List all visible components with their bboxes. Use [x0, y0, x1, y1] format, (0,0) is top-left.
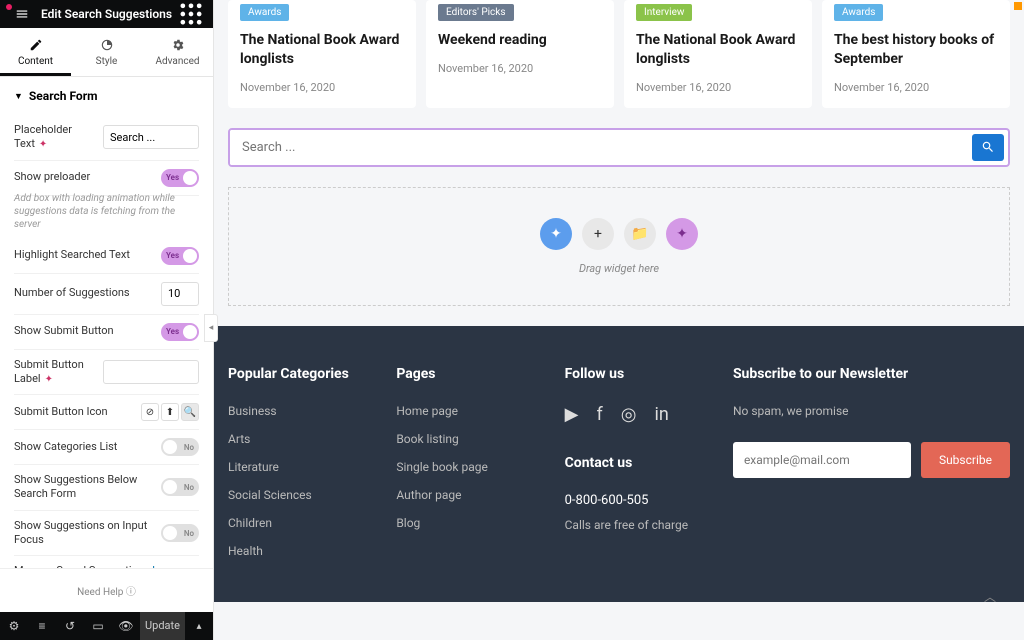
post-title: The National Book Award longlists [240, 31, 404, 69]
icon-none-button[interactable]: ⊘ [141, 403, 159, 421]
show-cats-toggle[interactable]: No [161, 438, 199, 456]
newsletter-note: No spam, we promise [733, 404, 1010, 418]
post-card[interactable]: Awards The best history books of Septembe… [822, 0, 1010, 108]
settings-icon[interactable]: ⚙ [0, 612, 28, 640]
ai-spark-icon[interactable]: ✦ [39, 139, 47, 150]
folder-icon[interactable]: 📁 [624, 218, 656, 250]
post-date: November 16, 2020 [636, 81, 800, 94]
post-title: Weekend reading [438, 31, 602, 50]
icon-upload-button[interactable]: ⬆ [161, 403, 179, 421]
newsletter-email-input[interactable] [733, 442, 911, 478]
footer-pages-title: Pages [396, 366, 534, 382]
preloader-toggle[interactable]: Yes [161, 169, 199, 187]
post-title: The National Book Award longlists [636, 31, 800, 69]
notification-dot [6, 4, 12, 10]
show-focus-label: Show Suggestions on Input Focus [14, 519, 161, 548]
tab-style[interactable]: Style [71, 28, 142, 76]
panel-title: Edit Search Suggestions [36, 7, 177, 21]
footer-link[interactable]: Business [228, 404, 366, 418]
show-submit-label: Show Submit Button [14, 324, 161, 338]
show-below-toggle[interactable]: No [161, 478, 199, 496]
footer-link[interactable]: Book listing [396, 432, 534, 446]
help-icon: ⓘ [126, 587, 136, 598]
search-widget [228, 128, 1010, 167]
collapse-sidebar-button[interactable]: ◂ [204, 314, 218, 342]
footer-link[interactable]: Social Sciences [228, 488, 366, 502]
linkedin-icon[interactable]: in [654, 404, 668, 425]
ai-spark-icon[interactable]: ✦ [45, 374, 53, 385]
responsive-icon[interactable]: ▭ [84, 612, 112, 640]
footer-link[interactable]: Health [228, 544, 366, 558]
post-tag[interactable]: Interview [636, 4, 692, 21]
post-card[interactable]: Interview The National Book Award longlis… [624, 0, 812, 108]
highlight-label: Highlight Searched Text [14, 248, 161, 262]
drop-zone[interactable]: ✦ + 📁 ✦ Drag widget here [228, 187, 1010, 306]
preview-icon[interactable]: 👁 [112, 612, 140, 640]
tab-content[interactable]: Content [0, 28, 71, 76]
preloader-label: Show preloader [14, 170, 161, 184]
post-card[interactable]: Editors' Picks Weekend reading November 16… [426, 0, 614, 108]
search-input[interactable] [230, 130, 968, 165]
footer-contact-title: Contact us [565, 455, 703, 471]
contact-note: Calls are free of charge [565, 518, 703, 532]
post-card[interactable]: Awards The National Book Award longlists N… [228, 0, 416, 108]
highlight-toggle[interactable]: Yes [161, 247, 199, 265]
preloader-help: Add box with loading animation while sug… [14, 192, 199, 231]
need-help[interactable]: Need Help ⓘ [0, 568, 213, 612]
subscribe-button[interactable]: Subscribe [921, 442, 1010, 478]
drop-zone-text: Drag widget here [259, 262, 979, 275]
youtube-icon[interactable]: ▶ [565, 404, 579, 425]
newsletter-title: Subscribe to our Newsletter [733, 366, 1010, 382]
ai-icon[interactable]: ✦ [666, 218, 698, 250]
navigator-icon[interactable]: ≡ [28, 612, 56, 640]
update-button[interactable]: Update [140, 612, 185, 640]
history-icon[interactable]: ↺ [56, 612, 84, 640]
facebook-icon[interactable]: f [596, 404, 602, 425]
footer-link[interactable]: Blog [396, 516, 534, 530]
post-tag[interactable]: Awards [834, 4, 883, 21]
footer-link[interactable]: Children [228, 516, 366, 530]
footer-link[interactable]: Literature [228, 460, 366, 474]
footer-cats-title: Popular Categories [228, 366, 366, 382]
num-suggestions-input[interactable] [161, 282, 199, 306]
scroll-top-button[interactable]: ︿ [976, 582, 1004, 610]
footer-link[interactable]: Single book page [396, 460, 534, 474]
submit-label-input[interactable] [103, 360, 199, 384]
placeholder-input[interactable] [103, 125, 199, 149]
post-tag[interactable]: Editors' Picks [438, 4, 514, 21]
post-date: November 16, 2020 [834, 81, 998, 94]
placeholder-label: Placeholder Text✦ [14, 123, 103, 152]
show-cats-label: Show Categories List [14, 440, 161, 454]
post-date: November 16, 2020 [240, 81, 404, 94]
tab-advanced[interactable]: Advanced [142, 28, 213, 76]
post-tag[interactable]: Awards [240, 4, 289, 21]
post-title: The best history books of September [834, 31, 998, 69]
num-suggestions-label: Number of Suggestions [14, 286, 161, 300]
search-submit-button[interactable] [972, 134, 1004, 161]
widgets-icon[interactable] [177, 0, 205, 28]
magic-wand-icon[interactable]: ✦ [540, 218, 572, 250]
show-below-label: Show Suggestions Below Search Form [14, 473, 161, 502]
menu-icon[interactable] [8, 7, 36, 21]
status-dot [1014, 2, 1022, 10]
post-date: November 16, 2020 [438, 62, 602, 75]
footer-link[interactable]: Home page [396, 404, 534, 418]
instagram-icon[interactable]: ◎ [621, 404, 637, 425]
section-search-form[interactable]: ▼Search Form [14, 77, 199, 115]
submit-label-label: Submit Button Label✦ [14, 358, 103, 387]
footer-link[interactable]: Arts [228, 432, 366, 446]
contact-phone: 0-800-600-505 [565, 493, 703, 508]
submit-icon-label: Submit Button Icon [14, 405, 141, 419]
footer-follow-title: Follow us [565, 366, 703, 382]
footer-link[interactable]: Author page [396, 488, 534, 502]
update-options-icon[interactable]: ▴ [185, 621, 213, 632]
caret-down-icon: ▼ [14, 91, 23, 102]
add-icon[interactable]: + [582, 218, 614, 250]
icon-library-button[interactable]: 🔍 [181, 403, 199, 421]
show-focus-toggle[interactable]: No [161, 524, 199, 542]
show-submit-toggle[interactable]: Yes [161, 323, 199, 341]
